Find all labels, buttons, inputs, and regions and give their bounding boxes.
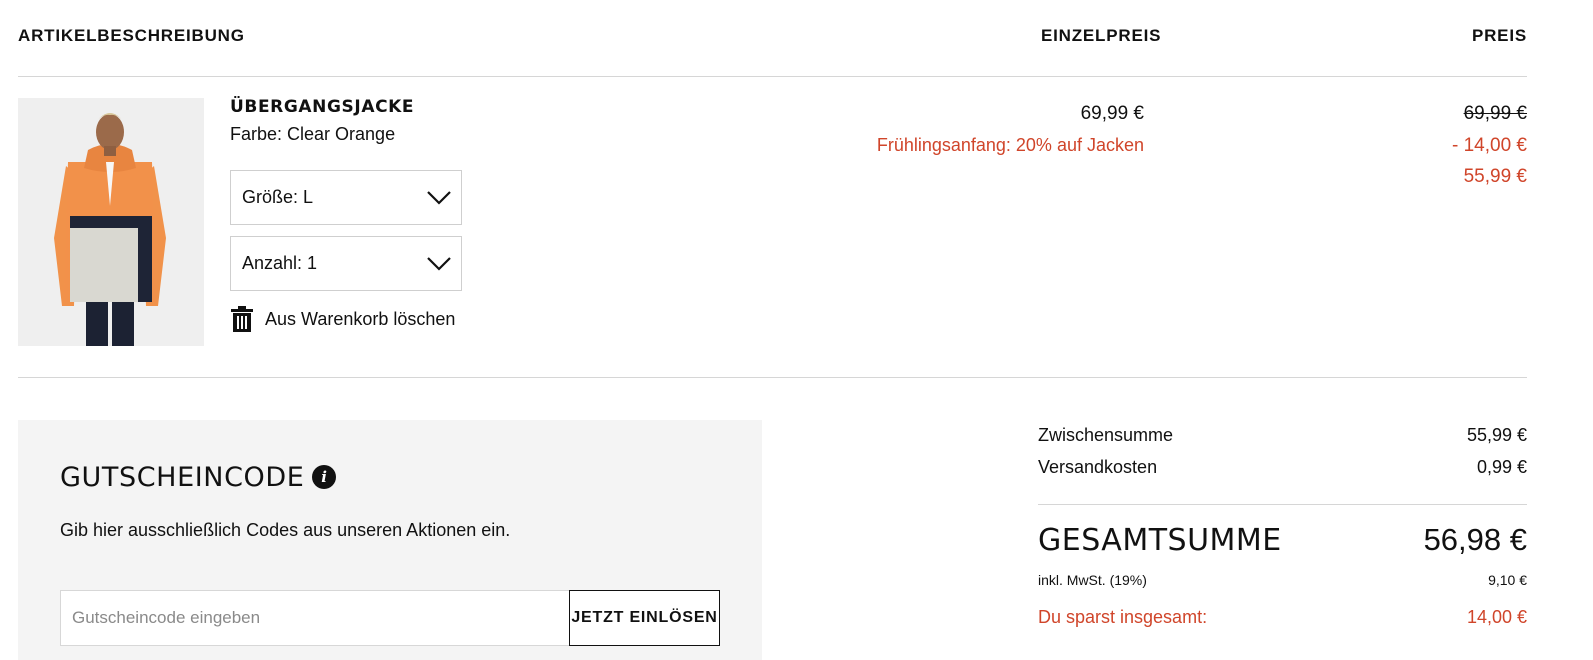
subtotal-value: 55,99 € bbox=[1466, 425, 1527, 445]
quantity-select-value: Anzahl: 1 bbox=[242, 253, 318, 273]
product-image[interactable] bbox=[18, 98, 204, 346]
original-price: 69,99 € bbox=[1463, 103, 1527, 124]
total-label: GESAMTSUMME bbox=[1038, 523, 1282, 558]
quantity-select[interactable]: Anzahl: 1 bbox=[230, 236, 462, 291]
shipping-label: Versandkosten bbox=[1038, 457, 1158, 477]
chevron-down-icon bbox=[427, 256, 451, 271]
product-name[interactable]: ÜBERGANGSJACKE bbox=[230, 97, 414, 117]
promo-label: Frühlingsanfang: 20% auf Jacken bbox=[876, 135, 1144, 155]
size-select[interactable]: Größe: L bbox=[230, 170, 462, 225]
column-header-price: PREIS bbox=[1471, 26, 1527, 45]
jacket-model-illustration bbox=[18, 98, 204, 346]
vat-label: inkl. MwSt. (19%) bbox=[1038, 572, 1147, 588]
total-value: 56,98 € bbox=[1423, 522, 1527, 557]
trash-icon bbox=[231, 306, 253, 332]
remove-label: Aus Warenkorb löschen bbox=[265, 308, 456, 329]
vat-value: 9,10 € bbox=[1488, 572, 1527, 588]
remove-from-cart-button[interactable]: Aus Warenkorb löschen bbox=[231, 306, 455, 332]
voucher-hint: Gib hier ausschließlich Codes aus unsere… bbox=[60, 520, 511, 540]
product-color: Farbe: Clear Orange bbox=[230, 124, 396, 144]
item-divider bbox=[18, 377, 1527, 378]
column-header-description: ARTIKELBESCHREIBUNG bbox=[18, 26, 245, 45]
savings-label: Du sparst insgesamt: bbox=[1038, 607, 1208, 627]
voucher-title-text: GUTSCHEINCODE bbox=[60, 462, 305, 493]
summary-divider bbox=[1038, 504, 1527, 505]
column-header-unit-price: EINZELPREIS bbox=[1041, 26, 1162, 45]
discount-amount: - 14,00 € bbox=[1452, 135, 1527, 156]
shipping-value: 0,99 € bbox=[1476, 457, 1527, 477]
size-select-value: Größe: L bbox=[242, 187, 314, 207]
unit-price: 69,99 € bbox=[1080, 103, 1144, 124]
voucher-title: GUTSCHEINCODE i bbox=[60, 462, 337, 493]
final-price: 55,99 € bbox=[1463, 166, 1527, 187]
chevron-down-icon bbox=[427, 190, 451, 205]
savings-value: 14,00 € bbox=[1466, 607, 1527, 627]
subtotal-label: Zwischensumme bbox=[1038, 425, 1174, 445]
voucher-panel: GUTSCHEINCODE i Gib hier ausschließlich C… bbox=[18, 420, 762, 660]
info-icon[interactable]: i bbox=[312, 464, 337, 489]
voucher-code-input[interactable] bbox=[60, 590, 570, 646]
header-divider bbox=[18, 76, 1527, 77]
redeem-voucher-button[interactable]: JETZT EINLÖSEN bbox=[569, 590, 720, 646]
